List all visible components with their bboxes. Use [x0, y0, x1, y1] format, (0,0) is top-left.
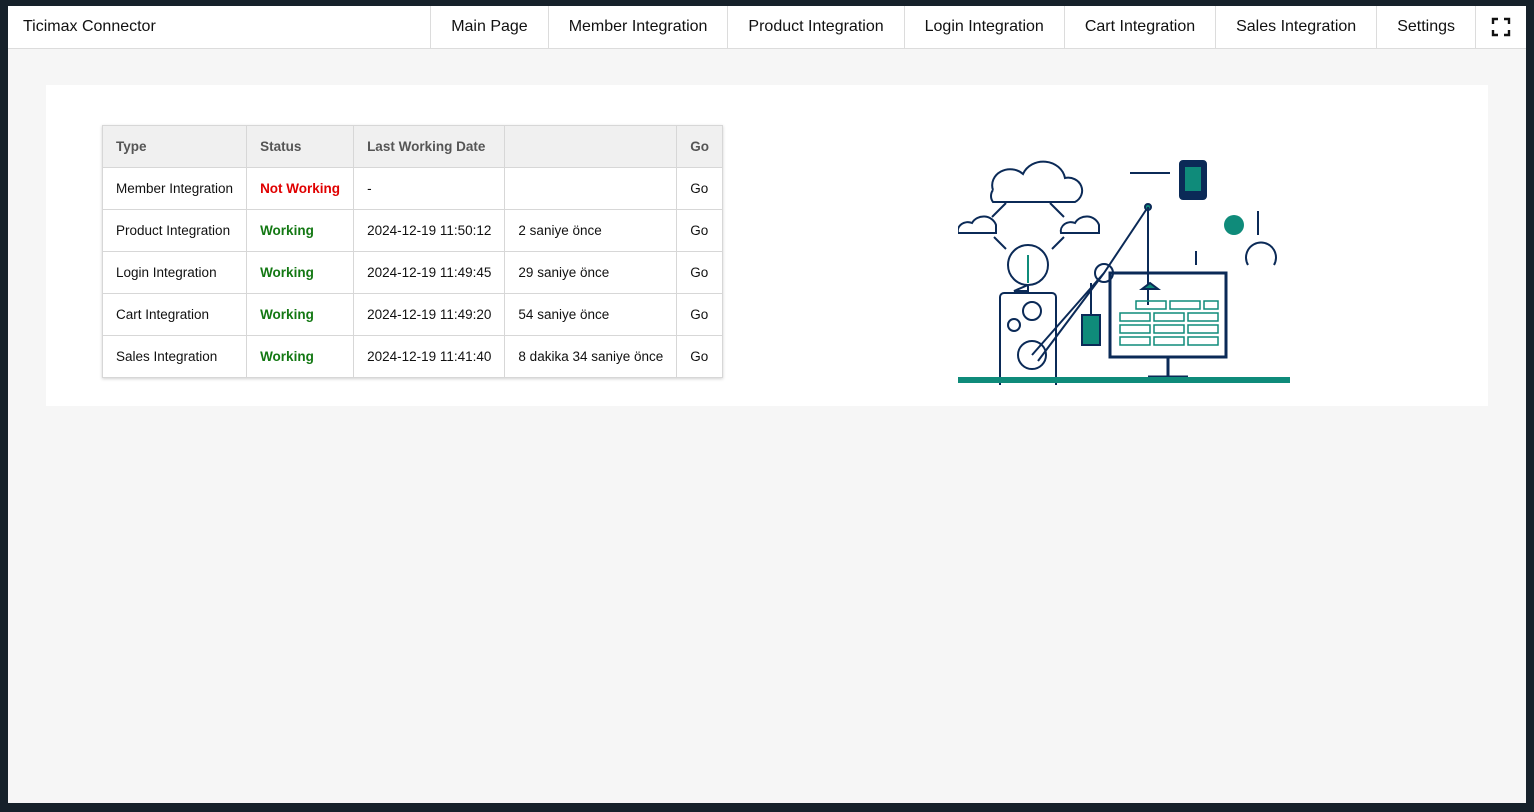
row-ago: 2 saniye önce	[504, 209, 678, 252]
row-date: 2024-12-19 11:49:45	[353, 251, 506, 294]
header-time-ago	[504, 125, 678, 168]
header-go: Go	[676, 125, 724, 168]
cloud-icon	[990, 160, 1084, 203]
row-ago: 29 saniye önce	[504, 251, 678, 294]
nav-settings[interactable]: Settings	[1376, 6, 1475, 48]
row-status: Working	[246, 251, 355, 294]
integration-status-table: Type Status Last Working Date Go Member …	[101, 125, 724, 378]
cloud-icon	[1059, 215, 1100, 234]
gear-icon	[1022, 301, 1042, 321]
person-icon	[1224, 215, 1244, 235]
nav-member-integration[interactable]: Member Integration	[547, 6, 728, 48]
row-status: Not Working	[246, 167, 355, 210]
table-header-row: Type Status Last Working Date Go	[101, 125, 724, 168]
main-nav: Main Page Member Integration Product Int…	[430, 6, 1526, 48]
nav-product-integration[interactable]: Product Integration	[727, 6, 903, 48]
app-title: Ticimax Connector	[23, 18, 156, 35]
row-status: Working	[246, 335, 355, 378]
header-last-working-date: Last Working Date	[353, 125, 506, 168]
row-date: 2024-12-19 11:41:40	[353, 335, 506, 378]
row-ago	[504, 167, 678, 210]
row-type: Product Integration	[101, 209, 248, 252]
table-row: Sales Integration Working 2024-12-19 11:…	[101, 335, 724, 378]
table-row: Product Integration Working 2024-12-19 1…	[101, 209, 724, 252]
nav-sales-integration[interactable]: Sales Integration	[1215, 6, 1376, 48]
row-date: 2024-12-19 11:49:20	[353, 293, 506, 336]
fullscreen-button[interactable]	[1475, 6, 1526, 48]
table-row: Cart Integration Working 2024-12-19 11:4…	[101, 293, 724, 336]
row-type: Cart Integration	[101, 293, 248, 336]
machine-body	[999, 292, 1057, 385]
row-go-link[interactable]: Go	[676, 251, 724, 294]
nav-login-integration[interactable]: Login Integration	[903, 6, 1064, 48]
row-ago: 54 saniye önce	[504, 293, 678, 336]
nav-cart-integration[interactable]: Cart Integration	[1063, 6, 1215, 48]
row-go-link[interactable]: Go	[676, 335, 724, 378]
fullscreen-icon	[1491, 17, 1511, 37]
top-navbar: Ticimax Connector Main Page Member Integ…	[8, 6, 1526, 49]
table-row: Login Integration Working 2024-12-19 11:…	[101, 251, 724, 294]
nav-main-page[interactable]: Main Page	[430, 6, 548, 48]
row-status: Working	[246, 293, 355, 336]
row-date: -	[353, 167, 506, 210]
row-status: Working	[246, 209, 355, 252]
gear-icon	[1007, 318, 1021, 332]
integration-illustration	[958, 160, 1290, 385]
hanging-weight	[1081, 314, 1101, 346]
row-go-link[interactable]: Go	[676, 209, 724, 252]
row-go-link[interactable]: Go	[676, 293, 724, 336]
row-type: Sales Integration	[101, 335, 248, 378]
ground-line	[958, 377, 1290, 383]
app-window: Ticimax Connector Main Page Member Integ…	[8, 6, 1526, 803]
cloud-icon	[958, 215, 997, 234]
row-date: 2024-12-19 11:50:12	[353, 209, 506, 252]
headset-icon	[1245, 241, 1277, 266]
header-status: Status	[246, 125, 355, 168]
dashboard-panel: Type Status Last Working Date Go Member …	[46, 85, 1488, 406]
row-type: Member Integration	[101, 167, 248, 210]
row-type: Login Integration	[101, 251, 248, 294]
row-go-link[interactable]: Go	[676, 167, 724, 210]
table-row: Member Integration Not Working - Go	[101, 167, 724, 210]
row-ago: 8 dakika 34 saniye önce	[504, 335, 678, 378]
header-type: Type	[101, 125, 248, 168]
